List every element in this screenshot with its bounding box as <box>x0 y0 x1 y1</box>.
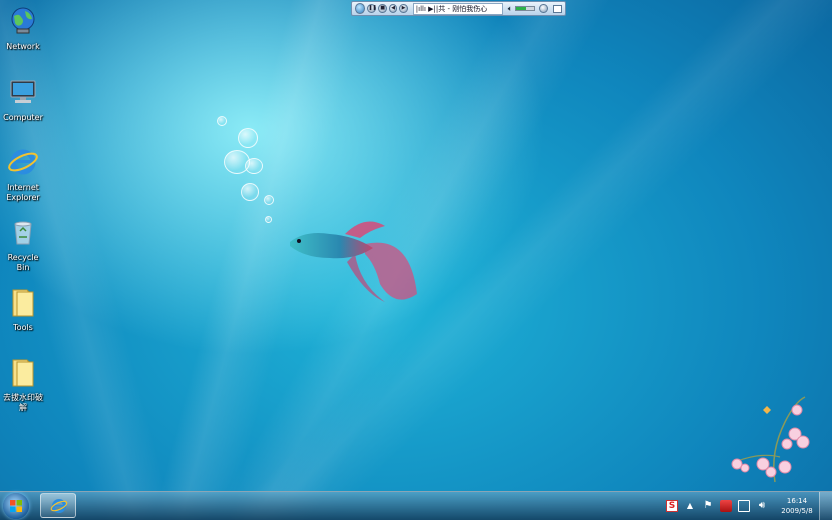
desktop-icon-recycle-bin[interactable]: Recycle Bin <box>0 216 46 273</box>
desktop-icon-label: Tools <box>13 323 33 332</box>
action-center-flag-icon[interactable]: ⚑ <box>702 500 714 512</box>
media-player-logo-icon[interactable] <box>355 3 366 14</box>
windows-logo-icon <box>10 500 22 512</box>
desktop-icon-network[interactable]: Network <box>0 5 46 52</box>
recycle-bin-icon <box>14 221 32 245</box>
network-tray-icon[interactable] <box>738 500 750 512</box>
bubble <box>245 158 263 174</box>
volume-tray-icon[interactable]: 🔊︎ <box>756 500 768 512</box>
desktop-icon-computer[interactable]: Computer <box>0 76 46 123</box>
desktop-icon-watermark-crack[interactable]: 去拔水印破解 <box>0 356 46 413</box>
desktop-icon-internet-explorer[interactable]: Internet Explorer <box>0 146 46 203</box>
start-button[interactable] <box>3 493 29 519</box>
internet-explorer-icon <box>50 498 68 514</box>
bubble <box>238 128 258 148</box>
previous-button[interactable]: ◀ <box>388 4 398 13</box>
restore-player-button[interactable] <box>539 4 548 13</box>
desktop-icon-label: Internet Explorer <box>6 183 40 202</box>
internet-explorer-icon <box>8 149 38 175</box>
network-icon <box>11 7 35 34</box>
desktop-icon-label: Computer <box>3 113 43 122</box>
desktop-icon-tools[interactable]: Tools <box>0 286 46 333</box>
now-playing-title: |ıllı ▶||共 - 刚怕我伤心 <box>412 2 503 15</box>
stop-button[interactable]: ■ <box>378 4 387 13</box>
desktop-icon-label: Recycle Bin <box>7 253 39 272</box>
betta-fish-illustration <box>290 221 417 302</box>
volume-slider[interactable] <box>514 6 536 11</box>
bubble <box>264 195 274 205</box>
mini-window-icon[interactable] <box>552 4 562 13</box>
desktop-icon-label: 去拔水印破解 <box>3 393 43 412</box>
desktop-icon-label: Network <box>6 42 40 51</box>
folder-icon <box>12 359 34 387</box>
show-desktop-button[interactable] <box>819 492 832 520</box>
taskbar: S ▲ ⚑ 🔊︎ 16:14 2009/5/8 <box>0 491 832 520</box>
clock-date: 2009/5/8 <box>781 507 813 515</box>
ime-sogou-icon[interactable]: S <box>666 500 678 512</box>
security-shield-icon[interactable] <box>720 500 732 512</box>
system-tray: S ▲ ⚑ 🔊︎ 16:14 2009/5/8 <box>663 492 832 520</box>
taskbar-clock[interactable]: 16:14 2009/5/8 <box>775 496 819 516</box>
volume-icon[interactable]: 🔈︎ <box>508 4 513 14</box>
bubble <box>265 216 272 223</box>
computer-icon <box>10 80 36 103</box>
bubble <box>217 116 227 126</box>
bubble <box>241 183 259 201</box>
folder-icon <box>12 289 34 317</box>
taskbar-internet-explorer-button[interactable] <box>40 493 76 518</box>
show-hidden-icons-button[interactable]: ▲ <box>684 500 696 512</box>
play-pause-button[interactable]: ❚❚ <box>367 4 377 13</box>
clock-time: 16:14 <box>786 497 808 505</box>
media-player-toolbar: ❚❚ ■ ◀ ▶ |ıllı ▶||共 - 刚怕我伤心 🔈︎ <box>351 1 566 16</box>
flower-decoration <box>731 396 810 483</box>
next-button[interactable]: ▶ <box>399 4 408 13</box>
